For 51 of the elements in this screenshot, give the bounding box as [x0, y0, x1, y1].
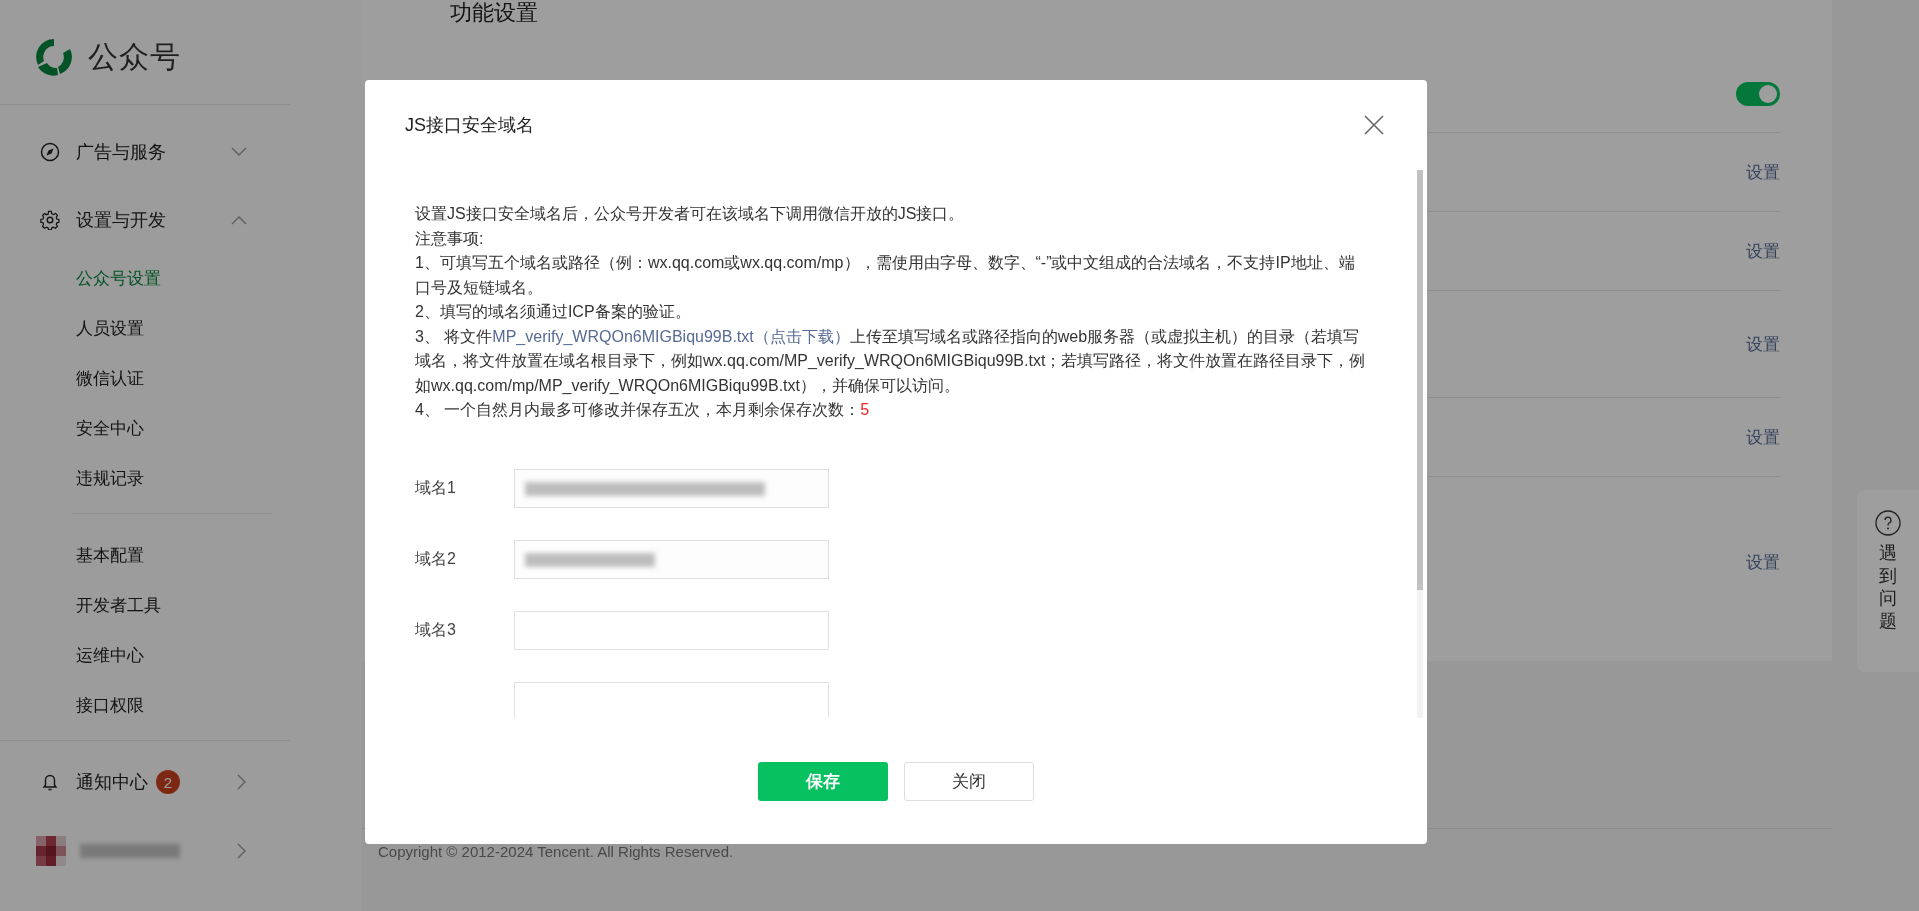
copyright-text: Copyright © 2012-2024 Tencent. All Rights Reserved.: [378, 843, 734, 860]
chevron-icon: [237, 843, 247, 859]
domain-input[interactable]: [514, 681, 829, 718]
domain-input[interactable]: [514, 539, 829, 579]
scrollbar-thumb[interactable]: [1417, 170, 1423, 590]
intro-text: 设置JS接口安全域名后，公众号开发者可在该域名下调用微信开放的JS接口。: [415, 204, 966, 224]
submenu-item[interactable]: 接口权限: [0, 681, 144, 731]
chevron-icon: [237, 774, 247, 790]
submenu-item[interactable]: 微信认证: [0, 354, 144, 404]
count-badge: 2: [156, 770, 180, 794]
submenu-item[interactable]: 开发者工具: [0, 581, 161, 631]
note-text: 2、填写的域名须通过ICP备案的验证。: [415, 302, 692, 322]
menu-item[interactable]: 设置与开发: [0, 186, 362, 254]
menu-item[interactable]: 广告与服务: [0, 118, 362, 186]
note-text: 1、可填写五个域名或路径（例：wx.qq.com或wx.qq.com/mp），需使用由字母、数字、“-”或中文组成的合法域名，不支持IP地址、端口号及短链域名。: [415, 253, 1356, 298]
domain-input[interactable]: [514, 468, 829, 508]
submenu-item[interactable]: 安全中心: [0, 404, 144, 454]
notification-item[interactable]: 通知中心 2: [0, 748, 362, 816]
settings-link[interactable]: 设置: [1746, 160, 1780, 184]
help-button[interactable]: 遇到问题: [1857, 490, 1919, 672]
bell-icon: [40, 772, 60, 792]
dialog-title: JS接口安全域名: [405, 114, 534, 137]
download-link[interactable]: MP_verify_WRQOn6MIGBiqu99B.txt（点击下载）: [492, 327, 850, 345]
question-icon: [1875, 510, 1901, 536]
notes-heading: 注意事项:: [415, 228, 485, 249]
close-icon[interactable]: [1363, 114, 1385, 136]
compass-icon: [40, 142, 60, 162]
note-text: 4、 一个自然月内最多可修改并保存五次，本月剩余保存次数：: [415, 400, 861, 420]
settings-link[interactable]: 设置: [1746, 425, 1780, 449]
field-label: 域名3: [415, 619, 457, 640]
note-text: 3、 将文件MP_verify_WRQOn6MIGBiqu99B.txt（点击下载）上传至填写域名或路径指向的web服务器（或虚拟主机）的目录（若填写域名，将文件放置在域名根目录下，例如wx.qq.com/MP_verify_WRQOn6MIGBiqu99B.txt；若填写路径，将文件放置在路径目录下，例如wx.qq.com/mp/MP_verify_WRQOn6MIGBiqu99B.txt），并确保可以访问。: [415, 326, 1367, 396]
section-title: 功能设置: [449, 0, 539, 27]
remaining-count: 5: [860, 400, 870, 420]
submenu-item[interactable]: 公众号设置: [0, 254, 161, 304]
submenu-item[interactable]: 人员设置: [0, 304, 144, 354]
settings-link[interactable]: 设置: [1746, 550, 1780, 574]
domain-input[interactable]: [514, 610, 829, 650]
settings-link[interactable]: 设置: [1746, 239, 1780, 263]
settings-link[interactable]: 设置: [1746, 332, 1780, 356]
gear-icon: [40, 210, 60, 230]
chevron-icon: [231, 215, 247, 225]
chevron-icon: [231, 147, 247, 157]
toggle-switch[interactable]: [1736, 82, 1780, 106]
logo-icon: [34, 37, 74, 77]
field-label: 域名2: [415, 548, 457, 569]
submenu-item[interactable]: 违规记录: [0, 454, 144, 504]
field-label: 域名1: [415, 477, 457, 498]
brand-name: 公众号: [88, 38, 181, 75]
submenu-item[interactable]: 基本配置: [0, 531, 144, 581]
submenu-item[interactable]: 运维中心: [0, 631, 144, 681]
close-button[interactable]: 关闭: [904, 761, 1034, 801]
